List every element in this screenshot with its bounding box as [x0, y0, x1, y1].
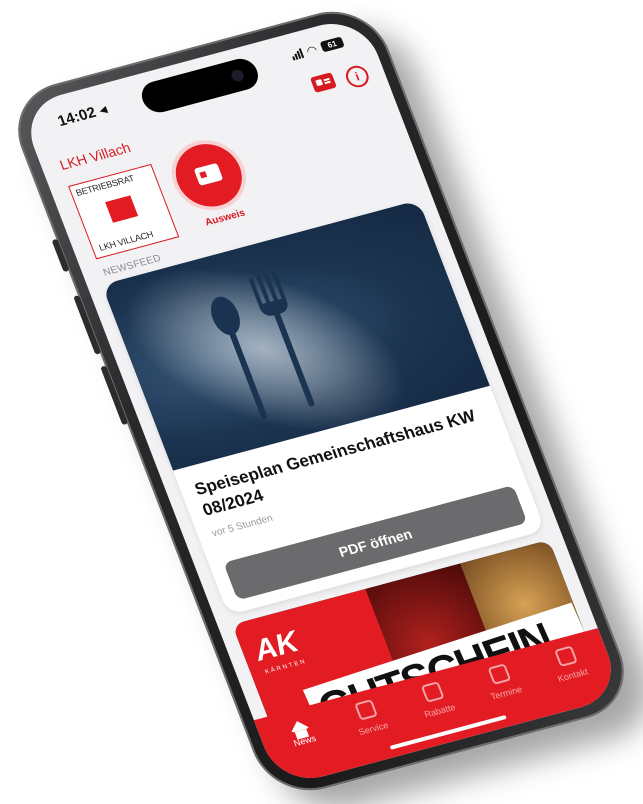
tab-label: Kontakt — [556, 666, 590, 684]
tab-label: Service — [357, 720, 390, 738]
document-icon — [354, 699, 379, 721]
action-button — [51, 238, 70, 273]
ausweis-label: Ausweis — [203, 207, 247, 229]
app-screen: 14:02 ◂ ◠ 61 LKH Villach i BETRIEBSRAT L… — [18, 14, 624, 788]
phone-frame: 14:02 ◂ ◠ 61 LKH Villach i BETRIEBSRAT L… — [2, 0, 640, 803]
home-icon — [287, 718, 311, 734]
status-time: 14:02 ◂ — [55, 101, 110, 130]
shopping-bag-icon — [420, 681, 445, 703]
info-icon[interactable]: i — [342, 63, 372, 90]
logo-square — [105, 195, 139, 223]
ausweis-button[interactable] — [166, 137, 252, 214]
news-card[interactable]: Speiseplan Gemeinschaftshaus KW 08/2024 … — [101, 199, 546, 616]
id-card-icon — [193, 162, 224, 186]
battery-icon: 61 — [319, 36, 345, 53]
wifi-icon: ◠ — [304, 42, 320, 58]
status-icons: ◠ 61 — [289, 36, 345, 61]
tab-label: Termine — [489, 684, 524, 702]
betriebsrat-logo: BETRIEBSRAT LKH VILLACH — [68, 163, 180, 260]
id-card-icon[interactable] — [309, 72, 337, 93]
calendar-icon — [487, 663, 512, 685]
camera-icon — [229, 68, 246, 83]
tab-label: Rabatte — [422, 702, 457, 720]
contact-card-icon — [553, 645, 578, 668]
signal-icon — [289, 47, 304, 61]
logo-top-text: BETRIEBSRAT — [74, 173, 136, 198]
logo-bottom-text: LKH VILLACH — [97, 229, 155, 253]
